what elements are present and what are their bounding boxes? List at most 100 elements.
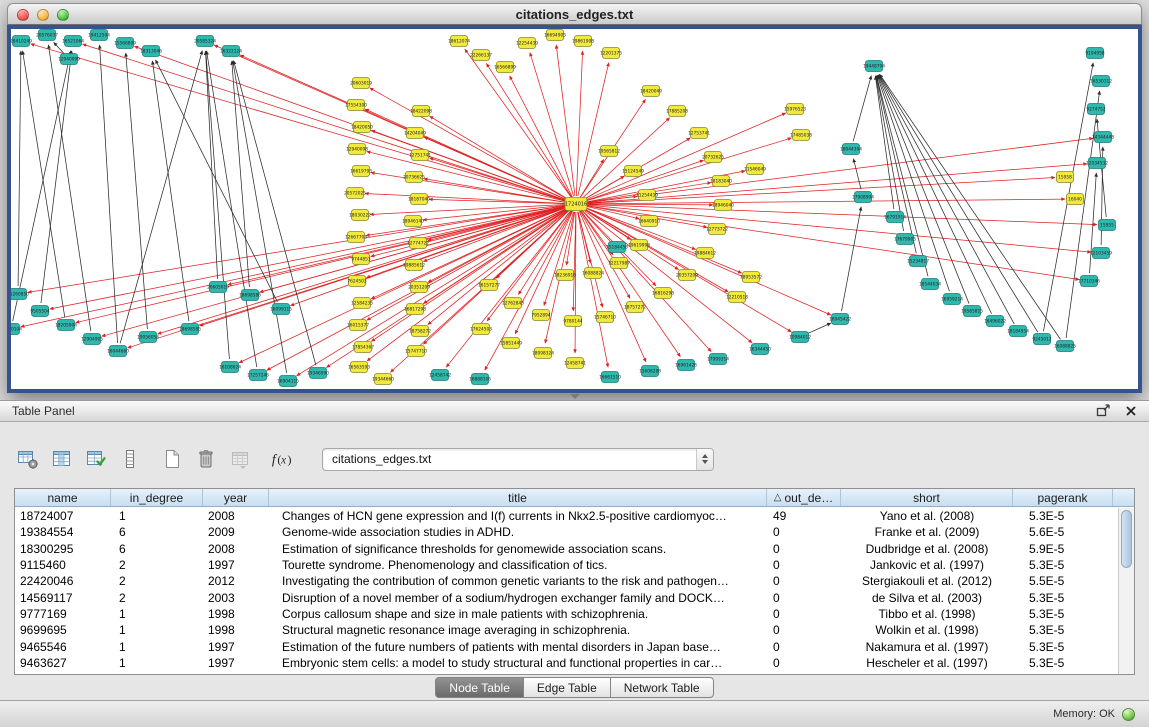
table-cell[interactable]: Jankovic et al. (1997) bbox=[841, 558, 1013, 572]
graph-node[interactable]: 14204049 bbox=[404, 128, 426, 139]
graph-node[interactable]: 15608288 bbox=[639, 366, 661, 377]
table-cell[interactable]: 5.3E-5 bbox=[1013, 623, 1113, 637]
citation-network-graph[interactable]: 1842004917885208127537412073262518183040… bbox=[11, 29, 1138, 389]
window-titlebar[interactable]: citations_edges.txt bbox=[7, 3, 1142, 25]
table-cell[interactable]: 1 bbox=[111, 656, 203, 670]
table-cell[interactable]: 6 bbox=[111, 542, 203, 556]
table-cell[interactable]: Tourette syndrome. Phenomenology and cla… bbox=[269, 558, 767, 572]
close-button[interactable] bbox=[17, 9, 29, 21]
table-cell[interactable]: 0 bbox=[767, 542, 841, 556]
graph-node[interactable]: 17854367 bbox=[352, 342, 374, 353]
table-cell[interactable]: 9777169 bbox=[15, 607, 111, 621]
graph-node[interactable]: 16959214 bbox=[941, 294, 963, 305]
graph-node[interactable]: 16521064 bbox=[62, 36, 84, 47]
graph-node[interactable]: 16040 bbox=[1067, 194, 1084, 205]
graph-node[interactable]: 15976523 bbox=[784, 104, 806, 115]
graph-node[interactable]: 15747710 bbox=[405, 346, 427, 357]
table-cell[interactable]: 5.3E-5 bbox=[1013, 591, 1113, 605]
table-cell[interactable]: Corpus callosum shape and size in male p… bbox=[269, 607, 767, 621]
table-cell[interactable]: 18300295 bbox=[15, 542, 111, 556]
graph-node[interactable]: 18044394 bbox=[840, 144, 862, 155]
graph-node[interactable]: 20351209 bbox=[408, 282, 430, 293]
graph-node[interactable]: 18612074 bbox=[448, 36, 470, 47]
graph-node[interactable]: 12210518 bbox=[726, 292, 748, 303]
graph-node[interactable]: 20732625 bbox=[702, 152, 724, 163]
scrollbar-thumb[interactable] bbox=[1121, 510, 1132, 568]
table-cell[interactable]: Yano et al. (2008) bbox=[841, 509, 1013, 523]
table-row[interactable]: 1872400712008Changes of HCN gene express… bbox=[15, 508, 1118, 524]
table-cell[interactable]: 0 bbox=[767, 656, 841, 670]
table-cell[interactable]: 0 bbox=[767, 607, 841, 621]
graph-node[interactable]: 19884612 bbox=[694, 248, 716, 259]
table-row[interactable]: 1456911722003Disruption of a novel membe… bbox=[15, 589, 1118, 605]
graph-node[interactable]: 18757272 bbox=[624, 302, 646, 313]
table-cell[interactable]: Hescheler et al. (1997) bbox=[841, 656, 1013, 670]
table-cell[interactable]: Genome-wide association studies in ADHD. bbox=[269, 525, 767, 539]
table-vertical-scrollbar[interactable] bbox=[1118, 508, 1134, 674]
graph-node[interactable]: 15184458 bbox=[606, 242, 628, 253]
table-row[interactable]: 2242004622012Investigating the contribut… bbox=[15, 573, 1118, 589]
table-cell[interactable]: 0 bbox=[767, 525, 841, 539]
graph-node[interactable]: 15955 bbox=[1099, 220, 1116, 231]
graph-node[interactable]: 20603019 bbox=[350, 78, 372, 89]
graph-node[interactable]: 16322124 bbox=[220, 46, 242, 57]
graph-node[interactable]: 17908904 bbox=[852, 192, 874, 203]
graph-node[interactable]: 16817298 bbox=[404, 304, 426, 315]
column-list-icon[interactable] bbox=[118, 447, 142, 471]
graph-node[interactable]: 12940099 bbox=[58, 54, 80, 65]
table-cell[interactable]: Nakamura et al. (1997) bbox=[841, 640, 1013, 654]
graph-node[interactable]: 18946140 bbox=[402, 216, 424, 227]
table-cell[interactable]: 49 bbox=[767, 509, 841, 523]
table-cell[interactable]: 9115460 bbox=[15, 558, 111, 572]
table-cell[interactable]: Changes of HCN gene expression and I(f) … bbox=[269, 509, 767, 523]
delete-table-icon[interactable] bbox=[194, 447, 218, 471]
graph-node[interactable]: 12773722 bbox=[706, 224, 728, 235]
graph-node[interactable]: 9505504 bbox=[30, 306, 49, 317]
graph-node[interactable]: 16530112 bbox=[1090, 76, 1112, 87]
table-cell[interactable]: 1 bbox=[111, 640, 203, 654]
graph-node[interactable]: 19565812 bbox=[598, 146, 620, 157]
column-header-in_degree[interactable]: in_degree bbox=[111, 489, 203, 506]
table-cell[interactable]: 5.5E-5 bbox=[1013, 574, 1113, 588]
table-cell[interactable]: 0 bbox=[767, 623, 841, 637]
table-cell[interactable]: 9699695 bbox=[15, 623, 111, 637]
graph-node[interactable]: 18420050 bbox=[351, 122, 373, 133]
graph-node[interactable]: 19885612 bbox=[403, 260, 425, 271]
graph-node[interactable]: 17679905 bbox=[894, 234, 916, 245]
graph-node[interactable]: 16590104 bbox=[11, 324, 22, 335]
table-cell[interactable]: 19384554 bbox=[15, 525, 111, 539]
table-select-icon[interactable] bbox=[84, 447, 108, 471]
table-cell[interactable]: 2 bbox=[111, 591, 203, 605]
graph-node[interactable]: 1724016 bbox=[565, 198, 587, 211]
graph-node[interactable]: 15234817 bbox=[907, 256, 929, 267]
table-cell[interactable]: 0 bbox=[767, 558, 841, 572]
graph-node[interactable]: 12940098 bbox=[346, 144, 368, 155]
tab-network-table[interactable]: Network Table bbox=[611, 677, 714, 698]
graph-node[interactable]: 14344448 bbox=[1092, 132, 1114, 143]
combobox-arrows-icon[interactable] bbox=[696, 449, 713, 470]
graph-node[interactable]: 12667703 bbox=[345, 232, 367, 243]
table-row[interactable]: 1830029562008Estimation of significance … bbox=[15, 541, 1118, 557]
table-cell[interactable]: 1997 bbox=[203, 640, 269, 654]
graph-node[interactable]: 7952894 bbox=[531, 310, 550, 321]
graph-node[interactable]: 16640910 bbox=[638, 216, 660, 227]
graph-node[interactable]: 18098324 bbox=[532, 348, 554, 359]
graph-node[interactable]: 16661510 bbox=[599, 372, 621, 383]
table-selector-combobox[interactable]: citations_edges.txt bbox=[322, 448, 714, 471]
table-cell[interactable]: 22420046 bbox=[15, 574, 111, 588]
table-cell[interactable]: 5.6E-5 bbox=[1013, 525, 1113, 539]
graph-node[interactable]: 18758272 bbox=[409, 326, 431, 337]
graph-node[interactable]: 19861908 bbox=[572, 36, 594, 47]
graph-node[interactable]: 12753741 bbox=[688, 128, 710, 139]
graph-node[interactable]: 17485038 bbox=[790, 130, 812, 141]
graph-node[interactable]: 18187040 bbox=[408, 194, 430, 205]
column-header-title[interactable]: title bbox=[269, 489, 767, 506]
graph-node[interactable]: 19346990 bbox=[307, 368, 329, 379]
table-cell[interactable]: 2008 bbox=[203, 509, 269, 523]
table-row[interactable]: 969969511998Structural magnetic resonanc… bbox=[15, 622, 1118, 638]
table-cell[interactable]: 1 bbox=[111, 623, 203, 637]
graph-node[interactable]: 18313046 bbox=[140, 46, 162, 57]
table-cell[interactable]: 5.9E-5 bbox=[1013, 542, 1113, 556]
table-cell[interactable]: 5.3E-5 bbox=[1013, 558, 1113, 572]
graph-node[interactable]: 20357209 bbox=[676, 270, 698, 281]
